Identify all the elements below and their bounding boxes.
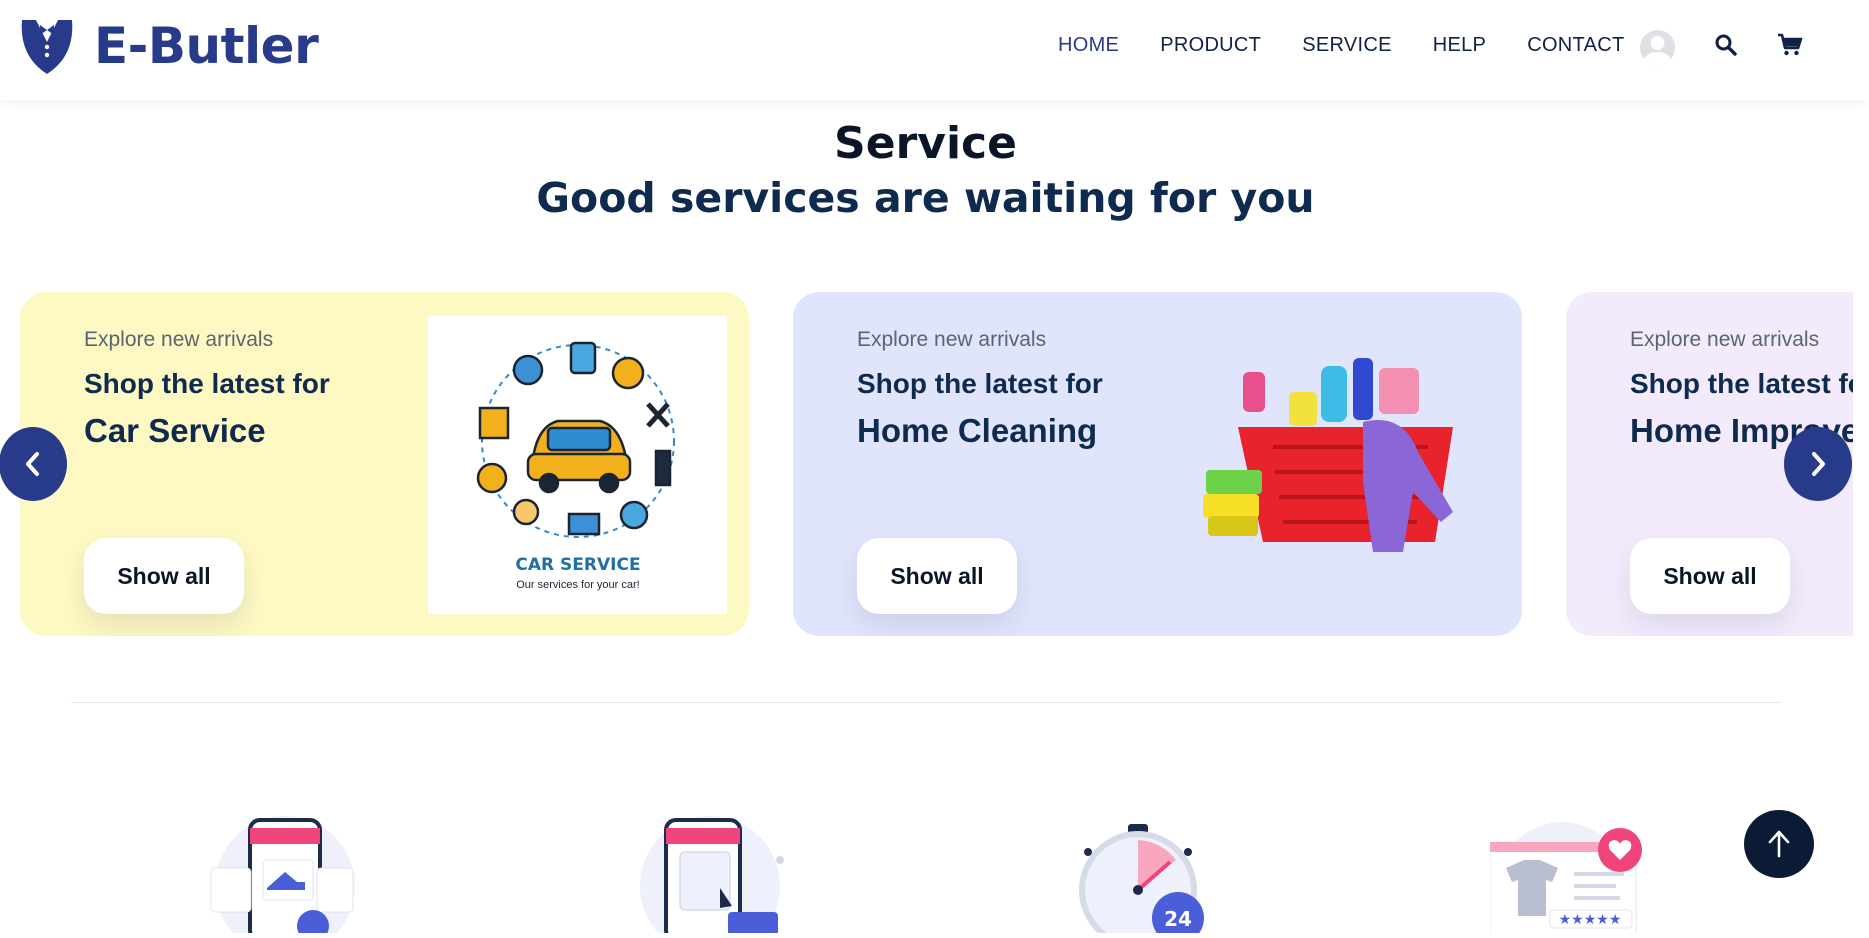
section-divider [71,702,1781,703]
chevron-left-icon [26,452,39,476]
section-subtitle: Good services are waiting for you [536,174,1315,222]
online-shop-icon [205,816,365,938]
delivery-24h-icon: 24 [1058,816,1218,938]
cart-icon[interactable] [1777,33,1803,62]
card-eyebrow: Explore new arrivals [84,328,274,351]
car-image-title: CAR SERVICE [515,555,640,575]
card-lead: Shop the latest for [84,368,330,399]
nav-service[interactable]: SERVICE [1302,34,1392,57]
card-category: Home Cleaning [857,412,1098,449]
butler-logo-icon [21,20,73,74]
section-title: Service [834,118,1017,169]
carousel-prev-button[interactable] [0,427,67,501]
logo[interactable]: E-Butler [18,16,319,76]
service-card-cleaning[interactable]: Explore new arrivals Shop the latest for… [793,292,1522,636]
main-nav: HOME PRODUCT SERVICE HELP CONTACT [1058,34,1624,57]
carousel-next-button[interactable] [1784,427,1852,501]
car-service-illustration: CAR SERVICE Our services for your car! [428,316,727,614]
card-lead: Shop the latest for [857,368,1103,399]
brand-name: E-Butler [94,17,319,75]
car-image-caption: Our services for your car! [516,579,639,591]
svg-text:24: 24 [1164,907,1192,931]
nav-product[interactable]: PRODUCT [1160,34,1261,57]
nav-home[interactable]: HOME [1058,34,1119,57]
avatar-icon[interactable] [1640,30,1675,65]
service-carousel: Explore new arrivals Shop the latest for… [20,292,1853,638]
cleaning-basket-illustration [1203,352,1503,572]
show-all-button[interactable]: Show all [1630,538,1790,614]
arrow-up-icon [1768,830,1790,858]
card-lead: Shop the latest fo [1630,368,1853,399]
mobile-order-icon [640,816,800,938]
service-card-car[interactable]: Explore new arrivals Shop the latest for… [20,292,749,636]
card-eyebrow: Explore new arrivals [1630,328,1820,351]
card-category: Car Service [84,412,266,449]
svg-text:★★★★★: ★★★★★ [1559,911,1622,927]
show-all-button[interactable]: Show all [84,538,244,614]
chevron-right-icon [1812,452,1825,476]
header: E-Butler HOME PRODUCT SERVICE HELP CONTA… [0,0,1869,100]
nav-contact[interactable]: CONTACT [1527,34,1624,57]
card-eyebrow: Explore new arrivals [857,328,1047,351]
scroll-to-top-button[interactable] [1744,810,1814,878]
nav-help[interactable]: HELP [1433,34,1486,57]
wishlist-icon: ★★★★★ [1489,816,1650,938]
show-all-button[interactable]: Show all [857,538,1017,614]
search-icon[interactable] [1714,33,1738,62]
